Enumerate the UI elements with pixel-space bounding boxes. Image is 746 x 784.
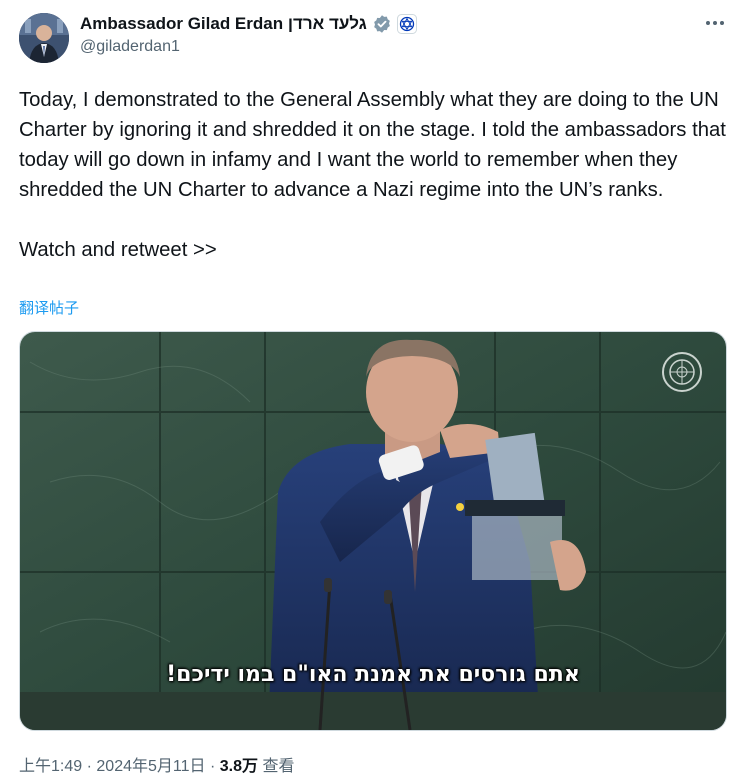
- avatar[interactable]: [19, 13, 69, 63]
- verified-badge-icon[interactable]: [372, 14, 392, 34]
- tweet-paragraph: Watch and retweet >>: [19, 239, 217, 261]
- views-label: 查看: [262, 758, 295, 775]
- video-player[interactable]: אתם גורסים את אמנת האו"ם במו ידיכם!: [19, 331, 727, 731]
- tweet-time[interactable]: 上午1:49: [19, 758, 82, 775]
- tweet-text: Today, I demonstrated to the General Ass…: [19, 85, 729, 265]
- more-options-icon[interactable]: [704, 12, 726, 34]
- meta-separator: ·: [209, 758, 216, 775]
- author-handle[interactable]: @giladerdan1: [80, 38, 180, 56]
- author-display-name[interactable]: Ambassador Gilad Erdan גלעד ארדן: [80, 14, 367, 34]
- meta-separator: ·: [86, 758, 92, 775]
- views-count: 3.8万: [219, 758, 258, 775]
- author-name-row: Ambassador Gilad Erdan גלעד ארדן: [80, 13, 417, 35]
- tweet-date[interactable]: 2024年5月11日: [96, 758, 205, 775]
- video-subtitle: אתם גורסים את אמנת האו"ם במו ידיכם!: [166, 662, 580, 687]
- un-affiliation-badge-icon[interactable]: [396, 14, 417, 34]
- tweet-paragraph: Today, I demonstrated to the General Ass…: [19, 89, 726, 201]
- tweet-meta: 上午1:49 · 2024年5月11日 · 3.8万 查看: [19, 752, 294, 776]
- tweet-card: Ambassador Gilad Erdan גלעד ארדן @gilade…: [0, 0, 746, 784]
- translate-post-link[interactable]: 翻译帖子: [19, 297, 79, 318]
